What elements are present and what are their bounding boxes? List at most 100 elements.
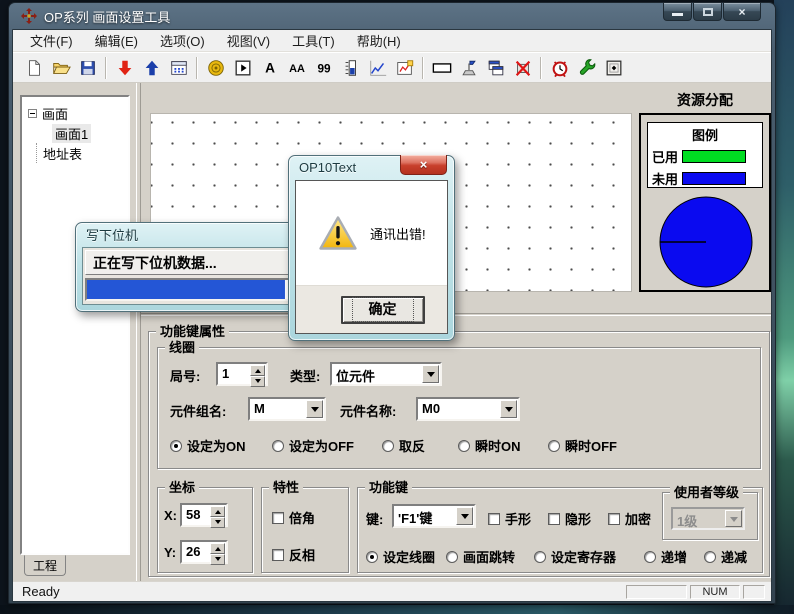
checkbox-double-size[interactable]: 倍角	[272, 508, 315, 527]
radio-increment[interactable]: 递增	[644, 547, 687, 566]
maximize-icon	[703, 8, 713, 16]
checkbox-hidden[interactable]: 隐形	[548, 509, 591, 528]
legend-unused-bar	[682, 172, 746, 185]
coil-group: 线圈 局号: 1 类型: 位元件 元件组名: M	[157, 347, 761, 469]
tree-item-address-table[interactable]: 地址表	[36, 143, 126, 163]
dropdown-button[interactable]	[306, 400, 323, 418]
text-single-icon[interactable]: A	[256, 55, 283, 80]
svg-text:AA: AA	[289, 63, 305, 75]
menu-edit[interactable]: 编辑(E)	[84, 29, 149, 52]
horizontal-splitter[interactable]	[141, 313, 771, 316]
radio-decrement[interactable]: 递减	[704, 547, 747, 566]
toolbar-separator	[105, 57, 107, 79]
save-file-icon[interactable]	[74, 55, 101, 80]
toolbar-separator	[422, 57, 424, 79]
tree-collapse-icon[interactable]	[28, 109, 37, 118]
component-group-combobox[interactable]: M	[248, 397, 326, 421]
dropdown-button[interactable]	[500, 400, 517, 418]
graphic-editor-icon[interactable]	[391, 55, 418, 80]
maximize-button[interactable]	[693, 3, 722, 21]
type-label: 类型:	[290, 366, 320, 385]
project-tab-label: 工程	[33, 557, 57, 574]
checkbox-hand[interactable]: 手形	[488, 509, 531, 528]
number-display-icon[interactable]: 99	[310, 55, 337, 80]
error-dialog-footer: 确定	[296, 285, 447, 333]
menu-file[interactable]: 文件(F)	[19, 29, 84, 52]
button-tool-icon[interactable]	[600, 55, 627, 80]
delete-screen-icon[interactable]	[509, 55, 536, 80]
checkbox-inverse[interactable]: 反相	[272, 545, 315, 564]
status-pane	[743, 585, 765, 599]
menu-view[interactable]: 视图(V)	[216, 29, 281, 52]
new-file-icon[interactable]	[20, 55, 47, 80]
spinner-buttons[interactable]	[210, 506, 225, 524]
y-spinner[interactable]: 26	[180, 540, 228, 564]
spinner-buttons[interactable]	[210, 543, 225, 561]
app-icon	[21, 8, 37, 24]
desktop-wallpaper-right	[774, 0, 794, 614]
menu-options[interactable]: 选项(O)	[149, 29, 216, 52]
text-double-icon[interactable]: AA	[283, 55, 310, 80]
trend-chart-icon[interactable]	[364, 55, 391, 80]
tree-item-screen1[interactable]: 画面1	[52, 123, 126, 143]
screen-grid-icon[interactable]	[165, 55, 192, 80]
read-from-device-icon[interactable]	[138, 55, 165, 80]
coil-group-title: 线圈	[165, 340, 199, 355]
open-file-icon[interactable]	[47, 55, 74, 80]
spinner-buttons[interactable]	[250, 365, 265, 383]
bar-graph-icon[interactable]	[337, 55, 364, 80]
radio-set-on[interactable]: 设定为ON	[170, 436, 246, 455]
type-combobox[interactable]: 位元件	[330, 362, 442, 386]
station-label: 局号:	[170, 366, 200, 385]
radio-set-off[interactable]: 设定为OFF	[272, 436, 354, 455]
key-combobox[interactable]: 'F1'键	[392, 504, 476, 528]
write-to-device-icon[interactable]	[111, 55, 138, 80]
minimize-icon	[672, 13, 683, 16]
alarm-clock-icon[interactable]	[546, 55, 573, 80]
play-simulate-icon[interactable]	[229, 55, 256, 80]
traits-title: 特性	[269, 480, 303, 495]
function-key-group: 功能键 键: 'F1'键 手形 隐形 加密 使用者等级	[357, 487, 763, 573]
radio-icon	[644, 551, 656, 563]
dropdown-button[interactable]	[456, 507, 473, 525]
radio-set-coil[interactable]: 设定线圈	[366, 547, 435, 566]
svg-text:99: 99	[317, 61, 331, 75]
ok-button[interactable]: 确定	[341, 296, 425, 324]
write-dialog-titlebar[interactable]: 写下位机	[76, 223, 300, 246]
radio-momentary-off[interactable]: 瞬时OFF	[548, 436, 617, 455]
radio-screen-jump[interactable]: 画面跳转	[446, 547, 515, 566]
vertical-splitter[interactable]	[136, 83, 141, 581]
tree-item-screens[interactable]: 画面	[24, 103, 126, 123]
project-tab[interactable]: 工程	[24, 555, 66, 576]
coil-lamp-icon[interactable]	[202, 55, 229, 80]
checkbox-icon	[488, 513, 500, 525]
user-level-combobox[interactable]: 1级	[671, 507, 745, 530]
write-dialog-body: 正在写下位机数据...	[82, 247, 294, 305]
x-spinner[interactable]: 58	[180, 503, 228, 527]
minimize-button[interactable]	[663, 3, 692, 21]
error-dialog-client: 通讯出错! 确定	[295, 180, 448, 334]
menu-tools[interactable]: 工具(T)	[281, 29, 346, 52]
cascade-windows-icon[interactable]	[482, 55, 509, 80]
radio-set-register[interactable]: 设定寄存器	[534, 547, 616, 566]
spin-down-icon	[215, 557, 221, 564]
error-dialog-close-button[interactable]: ×	[400, 155, 447, 175]
dropdown-button[interactable]	[725, 510, 742, 527]
dropdown-button[interactable]	[422, 365, 439, 383]
spin-up-icon	[255, 366, 261, 373]
radio-momentary-on[interactable]: 瞬时ON	[458, 436, 521, 455]
menu-help[interactable]: 帮助(H)	[346, 29, 412, 52]
window-titlebar[interactable]: OP系列 画面设置工具	[12, 3, 772, 29]
radio-toggle[interactable]: 取反	[382, 436, 425, 455]
close-button[interactable]: ×	[723, 3, 761, 21]
checkbox-icon	[272, 549, 284, 561]
component-name-combobox[interactable]: M0	[416, 397, 520, 421]
rectangle-tool-icon[interactable]	[428, 55, 455, 80]
lamp-tool-icon[interactable]	[455, 55, 482, 80]
resource-panel-title: 资源分配	[639, 90, 771, 110]
station-spinner[interactable]: 1	[216, 362, 268, 386]
write-device-dialog: 写下位机 正在写下位机数据...	[75, 222, 301, 312]
tool-settings-icon[interactable]	[573, 55, 600, 80]
checkbox-encrypted[interactable]: 加密	[608, 509, 651, 528]
write-progress-message: 正在写下位机数据...	[85, 250, 291, 275]
